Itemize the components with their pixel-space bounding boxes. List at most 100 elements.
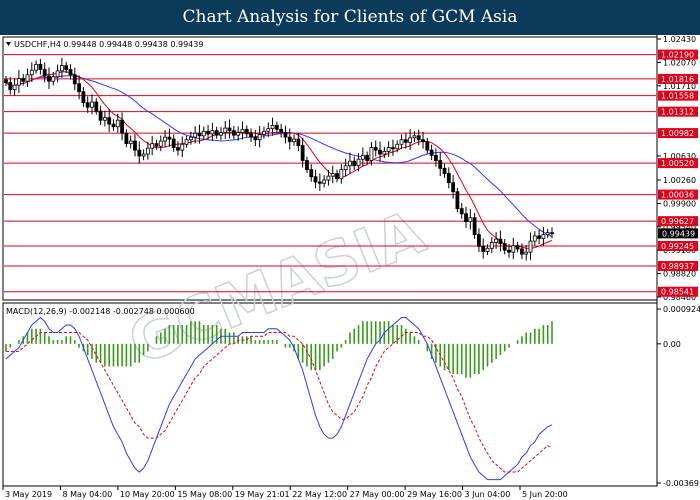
candle-body — [369, 147, 374, 161]
candle-body — [330, 173, 335, 177]
candle-body — [163, 136, 167, 142]
candle-body — [68, 69, 73, 76]
candle-body — [85, 102, 90, 108]
price-tick-label: 1.00260 — [663, 176, 696, 185]
candle-body — [120, 119, 124, 134]
level-badge-label: 1.01558 — [661, 92, 694, 101]
level-badge-label: 0.99627 — [661, 217, 694, 226]
candle-body — [472, 217, 477, 236]
candle-body — [197, 132, 202, 137]
time-tick-label: 10 May 20:00 — [120, 490, 175, 499]
candle-body — [176, 147, 180, 151]
time-axis-labels: 3 May 2019 8 May 04:00 10 May 20:00 15 May … — [2, 486, 568, 499]
time-tick-label: 5 Jun 20:00 — [522, 490, 568, 499]
candle-body — [193, 132, 198, 138]
candle-body — [489, 242, 494, 249]
candle-body — [90, 101, 94, 108]
candle-body — [150, 143, 155, 149]
candle-body — [550, 232, 554, 235]
candle-body — [12, 84, 17, 91]
candle-body — [459, 208, 464, 215]
time-tick-label: 22 May 12:00 — [292, 490, 347, 499]
candle-body — [386, 147, 391, 152]
candle-body — [313, 176, 318, 183]
candle-body — [16, 78, 21, 86]
candle-body — [47, 75, 51, 82]
candle-body — [249, 133, 253, 138]
header-banner: Chart Analysis for Clients of GCM Asia — [0, 0, 700, 35]
candle-body — [231, 130, 236, 136]
candle-body — [180, 143, 185, 151]
candle-body — [266, 128, 271, 132]
candle-body — [477, 234, 481, 247]
candle-body — [356, 158, 361, 167]
current-price-marker: 0.99439 — [658, 228, 698, 239]
candle-body — [537, 235, 542, 239]
candle-body — [391, 147, 395, 150]
candle-body — [283, 132, 288, 138]
candle-body — [145, 147, 150, 155]
candle-body — [378, 149, 382, 155]
candle-body — [279, 128, 284, 133]
macd-panel-info: MACD(12,26,9) -0.002148 -0.002748 0.0006… — [6, 307, 195, 316]
candle-body — [55, 70, 60, 78]
macd-tick-label: 0.000924 — [663, 305, 700, 314]
level-badge-label: 0.98937 — [661, 262, 694, 271]
candle-body — [300, 145, 305, 161]
candle-body — [244, 128, 249, 135]
candle-body — [326, 175, 331, 181]
candle-body — [158, 140, 163, 147]
candle-body — [184, 139, 189, 145]
candle-body — [77, 83, 81, 93]
candle-body — [42, 69, 47, 77]
candle-body — [464, 213, 468, 223]
candle-body — [253, 136, 258, 141]
candle-body — [442, 167, 447, 174]
candle-body — [309, 169, 314, 178]
candle-body — [167, 136, 172, 140]
candle-body — [214, 130, 219, 136]
candle-body — [81, 91, 86, 104]
candle-body — [498, 238, 503, 245]
candle-body — [102, 117, 107, 121]
candle-body — [339, 169, 344, 180]
candle-body — [343, 165, 348, 171]
time-tick-label: 19 May 21:01 — [235, 490, 290, 499]
candle-body — [451, 182, 456, 193]
candle-body — [137, 149, 142, 157]
candle-body — [507, 249, 511, 253]
candle-body — [223, 127, 228, 133]
candle-body — [416, 135, 421, 141]
candle-body — [335, 173, 339, 180]
time-tick-label: 15 May 08:00 — [177, 490, 232, 499]
candle-body — [128, 140, 133, 145]
candle-body — [412, 135, 417, 139]
candle-body — [94, 101, 99, 112]
price-panel-info: USDCHF,H4 0.99448 0.99448 0.99438 0.9943… — [14, 40, 203, 49]
candle-body — [511, 245, 516, 253]
candle-body — [515, 245, 520, 250]
candle-body — [296, 138, 301, 146]
candle-body — [408, 137, 413, 143]
candle-body — [365, 154, 370, 161]
candle-body — [438, 160, 443, 169]
candle-body — [481, 245, 486, 252]
level-badge-label: 1.01816 — [661, 75, 694, 84]
candle-body — [4, 79, 8, 83]
candle-body — [446, 173, 451, 184]
candle-body — [64, 65, 69, 70]
candle-body — [219, 132, 223, 136]
candle-body — [524, 251, 529, 255]
candle-body — [154, 143, 159, 147]
candle-body — [485, 247, 490, 252]
candle-body — [274, 125, 279, 130]
candle-body — [107, 117, 112, 125]
level-badge-label: 0.99245 — [661, 242, 694, 251]
candle-body — [399, 139, 404, 145]
candle-body — [434, 154, 438, 161]
macd-tick-label: -0.003691 — [663, 479, 700, 488]
level-badge-label: 1.00982 — [661, 129, 694, 138]
time-tick-label: 3 Jun 04:00 — [465, 490, 511, 499]
candle-body — [455, 191, 460, 210]
candle-body — [210, 130, 215, 135]
